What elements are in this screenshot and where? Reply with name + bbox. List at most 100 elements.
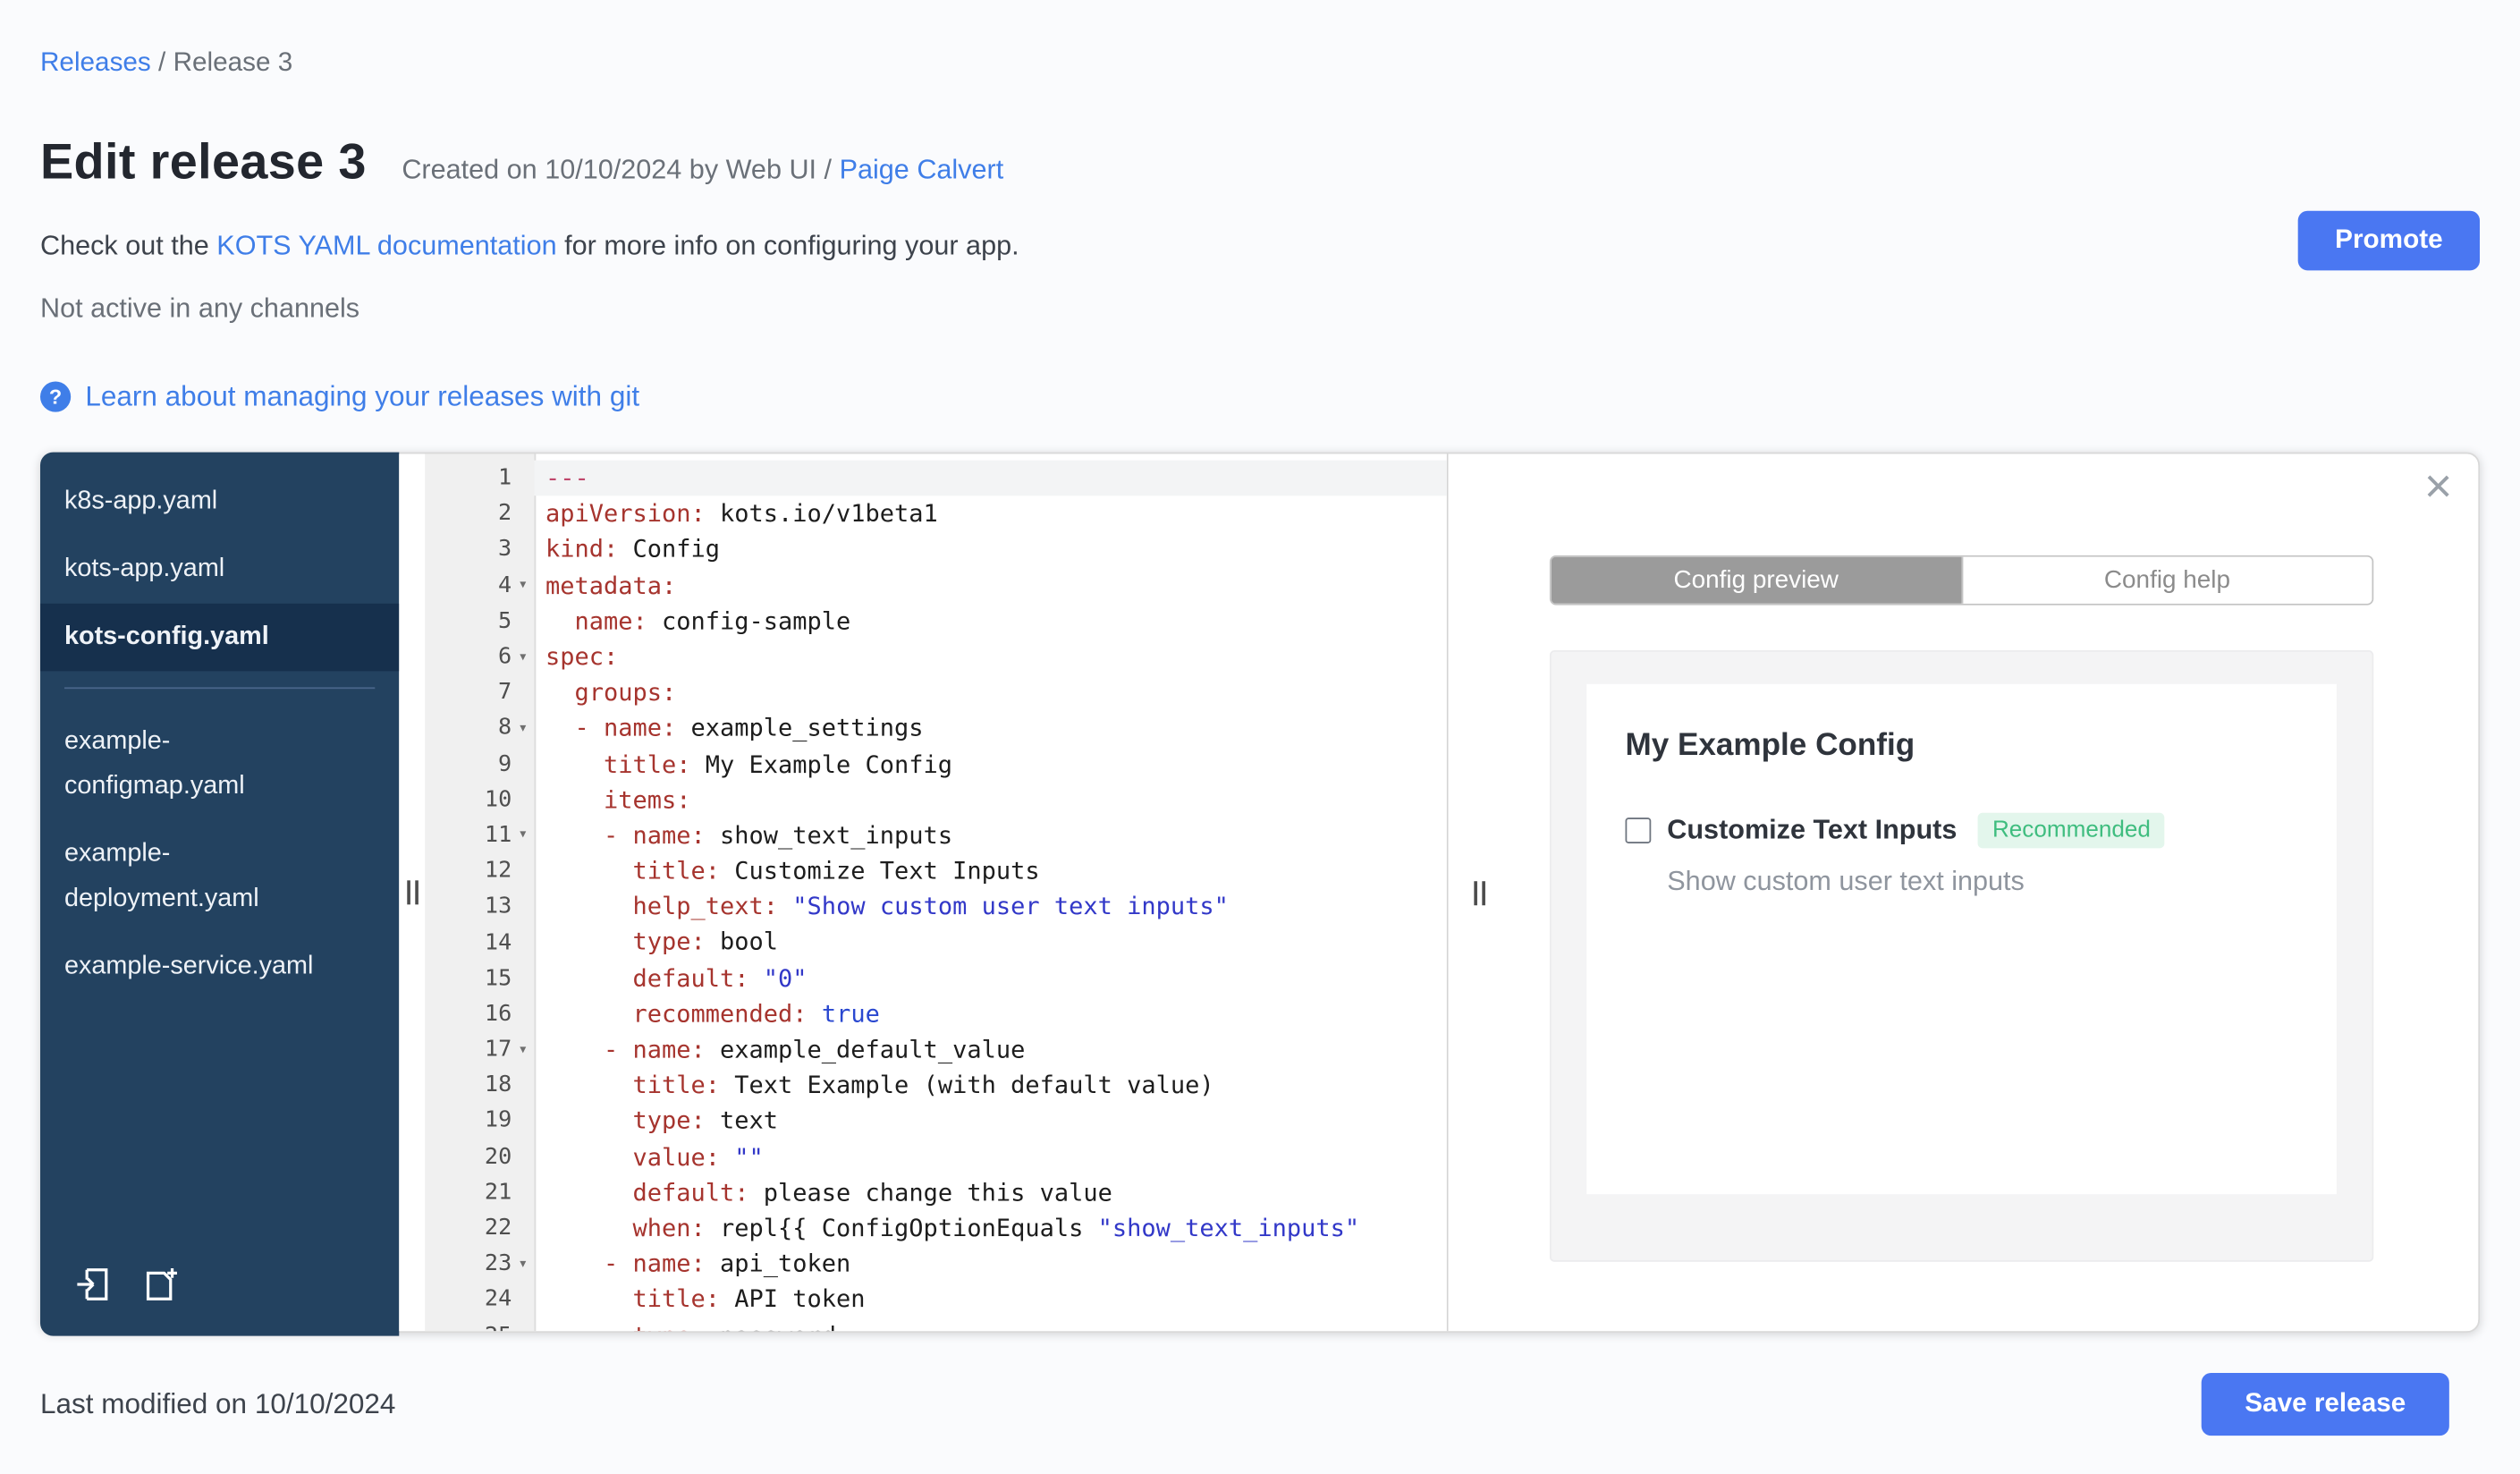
author-link[interactable]: Paige Calvert [840, 155, 1004, 185]
save-release-button[interactable]: Save release [2201, 1372, 2449, 1436]
line-number: 17 ▾ [425, 1031, 534, 1067]
file-item-kots-app.yaml[interactable]: kots-app.yaml [40, 536, 399, 604]
tab-config-help[interactable]: Config help [1960, 556, 2372, 604]
page-title: Edit release 3 [39, 133, 367, 191]
code-line[interactable]: 20 value: "" [425, 1139, 1447, 1174]
fold-arrow-icon[interactable]: ▾ [512, 648, 534, 665]
file-item-example-configmap.yaml[interactable]: example-configmap.yaml [40, 708, 399, 821]
git-releases-link[interactable]: Learn about managing your releases with … [85, 380, 639, 414]
line-number: 3 [498, 537, 512, 563]
code-text: - name: show_text_inputs [604, 820, 953, 850]
fold-arrow-icon[interactable]: ▾ [512, 577, 534, 595]
fold-arrow-icon[interactable]: ▾ [512, 1255, 534, 1273]
sidebar-editor-splitter[interactable] [399, 453, 426, 1332]
close-icon[interactable]: × [2424, 462, 2453, 512]
customize-text-inputs-checkbox[interactable] [1625, 817, 1652, 843]
code-line[interactable]: 8 ▾ - name: example_settings [425, 710, 1447, 746]
file-sidebar: k8s-app.yaml kots-app.yaml kots-config.yam… [39, 452, 400, 1336]
line-number: 10 [484, 786, 512, 813]
code-line[interactable]: 13 help_text: "Show custom user text inp… [425, 889, 1447, 925]
drag-handle-icon [406, 880, 418, 905]
file-list-bottom: example-configmap.yaml example-deployment… [40, 708, 399, 1002]
line-number: 13 [484, 894, 512, 920]
line-number: 21 [484, 1179, 512, 1206]
line-number: 24 [484, 1286, 512, 1313]
code-line[interactable]: 18 title: Text Example (with default val… [425, 1067, 1447, 1103]
code-text: when: repl{{ ConfigOptionEquals "show_te… [632, 1213, 1360, 1243]
help-question-icon[interactable]: ? [39, 381, 72, 412]
code-line[interactable]: 7 groups: [425, 674, 1447, 710]
code-line[interactable]: 25 type: password [425, 1317, 1447, 1331]
docs-line: Check out the KOTS YAML documentation fo… [40, 230, 2480, 262]
line-number: 12 [484, 858, 512, 885]
code-text: default: "0" [632, 963, 808, 993]
file-item-example-deployment.yaml[interactable]: example-deployment.yaml [40, 821, 399, 934]
code-line[interactable]: 4 ▾ metadata: [425, 567, 1447, 603]
code-text: title: Customize Text Inputs [632, 856, 1040, 885]
code-line[interactable]: 11 ▾ - name: show_text_inputs [425, 817, 1447, 853]
code-line[interactable]: 21 default: please change this value [425, 1174, 1447, 1210]
line-number: 1 [498, 465, 512, 492]
code-line[interactable]: 24 title: API token [425, 1282, 1447, 1317]
code-text: --- [534, 460, 1447, 496]
code-line[interactable]: 6 ▾ spec: [425, 639, 1447, 674]
config-preview-panel: × Config preview Config help My Example C… [1446, 453, 2479, 1332]
line-number: 14 [484, 929, 512, 956]
drag-handle-icon[interactable] [1474, 880, 1485, 905]
code-text: help_text: "Show custom user text inputs… [632, 892, 1229, 921]
code-line[interactable]: 14 type: bool [425, 925, 1447, 961]
config-item-label[interactable]: Customize Text Inputs [1667, 815, 1957, 847]
code-text: - name: api_token [604, 1249, 851, 1279]
docs-suffix: for more info on configuring your app. [564, 230, 1019, 261]
code-text: default: please change this value [632, 1177, 1112, 1207]
breadcrumb-releases-link[interactable]: Releases [40, 48, 151, 77]
file-item-example-service.yaml[interactable]: example-service.yaml [40, 934, 399, 1002]
code-text: spec: [545, 641, 619, 672]
fold-arrow-icon[interactable]: ▾ [512, 719, 534, 737]
code-line[interactable]: 10 items: [425, 782, 1447, 817]
code-text: recommended: true [632, 999, 880, 1029]
code-text: - name: example_settings [574, 713, 924, 743]
release-editor-workspace: k8s-app.yaml kots-app.yaml kots-config.yam… [39, 452, 2481, 1336]
code-line[interactable]: 3 kind: Config [425, 532, 1447, 568]
config-item-row: Customize Text Inputs Recommended [1625, 812, 2297, 849]
yaml-code-editor[interactable]: 1 --- 2 apiVersion: kots.io/v1beta1 3 kind: C… [425, 453, 1447, 1332]
config-group-title: My Example Config [1625, 727, 1915, 763]
breadcrumb-separator: / [158, 47, 166, 78]
tab-config-preview[interactable]: Config preview [1551, 556, 1961, 604]
file-item-kots-config.yaml[interactable]: kots-config.yaml [39, 603, 400, 672]
line-number: 23 ▾ [425, 1246, 534, 1282]
code-text: type: text [632, 1106, 779, 1136]
code-line[interactable]: 19 type: text [425, 1103, 1447, 1139]
line-number: 6 ▾ [425, 639, 534, 674]
code-line[interactable]: 5 name: config-sample [425, 603, 1447, 639]
code-line[interactable]: 15 default: "0" [425, 961, 1447, 996]
code-line[interactable]: 2 apiVersion: kots.io/v1beta1 [425, 496, 1447, 532]
edit-release-page: Releases / Release 3 Edit release 3 Crea… [0, 0, 2520, 1474]
line-number: 2 [498, 501, 512, 527]
git-help-row: ? Learn about managing your releases wit… [39, 380, 2480, 414]
code-line[interactable]: 9 title: My Example Config [425, 746, 1447, 782]
app-window: Releases / Release 3 Edit release 3 Crea… [0, 0, 2520, 1474]
new-file-icon[interactable] [140, 1264, 182, 1314]
code-line[interactable]: 1 --- [425, 460, 1447, 496]
file-list-divider [63, 687, 376, 690]
title-row: Edit release 3 Created on 10/10/2024 by … [40, 133, 2480, 191]
code-line[interactable]: 23 ▾ - name: api_token [425, 1246, 1447, 1282]
file-item-k8s-app.yaml[interactable]: k8s-app.yaml [40, 469, 399, 537]
promote-button[interactable]: Promote [2297, 210, 2481, 271]
fold-arrow-icon[interactable]: ▾ [512, 826, 534, 844]
code-line[interactable]: 16 recommended: true [425, 996, 1447, 1032]
last-modified-text: Last modified on 10/10/2024 [39, 1387, 396, 1420]
recommended-badge: Recommended [1977, 812, 2166, 849]
code-line[interactable]: 17 ▾ - name: example_default_value [425, 1031, 1447, 1067]
code-line[interactable]: 12 title: Customize Text Inputs [425, 853, 1447, 889]
kots-yaml-docs-link[interactable]: KOTS YAML documentation [216, 230, 556, 260]
fold-arrow-icon[interactable]: ▾ [512, 1041, 534, 1059]
line-number: 7 [498, 679, 512, 706]
code-line[interactable]: 22 when: repl{{ ConfigOptionEquals "show… [425, 1210, 1447, 1246]
upload-file-icon[interactable] [72, 1264, 114, 1314]
breadcrumb-current: Release 3 [173, 47, 293, 78]
line-number: 19 [484, 1107, 512, 1134]
preview-body: My Example Config Customize Text Inputs … [1549, 649, 2374, 1262]
